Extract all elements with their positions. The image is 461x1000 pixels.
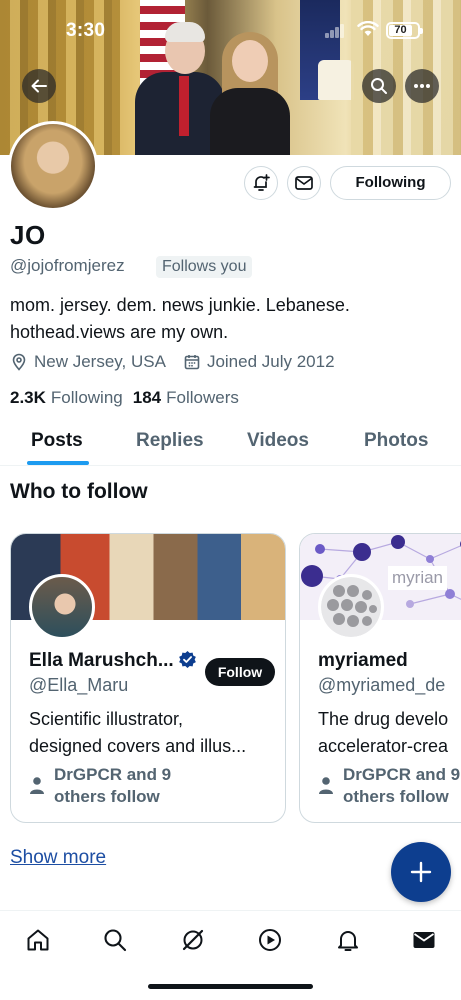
card-handle: @Ella_Maru [29, 675, 129, 695]
following-count: 2.3K [10, 388, 46, 407]
profile-name: JO [10, 220, 46, 250]
card-bio-line: designed covers and illus... [29, 736, 247, 756]
card-cover-logo: myrian [388, 566, 448, 590]
nav-notifications[interactable] [333, 925, 363, 955]
person-icon [319, 777, 333, 794]
card-bio: Scientific illustrator, designed covers … [29, 706, 246, 760]
location-pin-icon [12, 353, 26, 371]
search-button[interactable] [362, 69, 396, 103]
nav-grok[interactable] [178, 925, 208, 955]
plus-icon [410, 861, 432, 883]
following-label: Following [50, 388, 123, 407]
card-bio-line: The drug develo [318, 709, 449, 729]
card-name: Ella Marushch... [29, 650, 197, 672]
back-button[interactable] [22, 69, 56, 103]
suggested-user-card[interactable]: myrian myriamed @myriamed_de The drug de… [299, 533, 461, 823]
followers-label: Followers [166, 388, 239, 407]
profile-avatar[interactable] [8, 121, 98, 211]
card-bio-line: accelerator-crea [318, 736, 449, 756]
card-avatar [29, 574, 95, 640]
status-time: 3:30 [66, 20, 106, 41]
following-button[interactable]: Following [330, 166, 451, 200]
more-options-button[interactable] [405, 69, 439, 103]
profile-tabs: Posts Replies Videos Photos [0, 420, 461, 466]
show-more-link[interactable]: Show more [10, 847, 106, 869]
home-icon [27, 929, 49, 951]
message-button[interactable] [287, 166, 321, 200]
location: New Jersey, USA [10, 352, 166, 372]
suggested-user-card[interactable]: Ella Marushch... Follow @Ella_Maru Scien… [10, 533, 286, 823]
bell-plus-icon [253, 174, 270, 191]
social-context: DrGPCR and 9 others follow [29, 764, 171, 808]
home-indicator [148, 984, 313, 989]
more-dots-icon [414, 84, 430, 88]
follows-you-badge: Follows you [156, 256, 253, 278]
join-date: Joined July 2012 [183, 352, 335, 372]
tab-replies[interactable]: Replies [136, 430, 204, 452]
join-date-text: Joined July 2012 [206, 352, 335, 371]
arrow-left-icon [31, 79, 47, 93]
wifi-icon [357, 21, 379, 36]
signal-icon [325, 24, 345, 38]
who-to-follow-title: Who to follow [10, 480, 148, 503]
tab-posts[interactable]: Posts [31, 430, 83, 452]
tab-photos[interactable]: Photos [364, 430, 428, 452]
calendar-icon [184, 355, 200, 370]
search-icon [104, 929, 127, 952]
nav-messages[interactable] [409, 925, 439, 955]
nav-home[interactable] [23, 925, 53, 955]
card-avatar [318, 574, 384, 640]
search-icon [371, 78, 387, 94]
video-icon [259, 929, 281, 951]
tab-videos[interactable]: Videos [247, 430, 309, 452]
battery-icon: 70 [386, 22, 423, 39]
mail-icon [295, 176, 313, 190]
profile-bio: mom. jersey. dem. news junkie. Lebanese.… [10, 292, 450, 346]
location-text: New Jersey, USA [34, 352, 166, 371]
follow-button[interactable]: Follow [205, 658, 275, 686]
social-context-line: others follow [343, 787, 449, 806]
followers-count: 184 [132, 388, 162, 407]
nav-video[interactable] [255, 925, 285, 955]
follow-counts: 2.3K Following 184 Followers [10, 388, 249, 408]
notifications-button[interactable] [244, 166, 278, 200]
profile-handle: @jojofromjerez [10, 256, 125, 275]
card-bio-line: Scientific illustrator, [29, 709, 184, 729]
card-name: myriamed [318, 650, 408, 671]
followers-count-link[interactable]: 184 Followers [133, 388, 239, 408]
battery-level: 70 [389, 25, 412, 36]
person-icon [30, 777, 44, 794]
status-bar: 3:30 70 [0, 0, 461, 62]
card-handle: @myriamed_de [318, 675, 446, 695]
mail-icon [413, 932, 435, 948]
myriamed-logo-icon [321, 577, 381, 637]
bell-icon [338, 931, 358, 951]
social-context-line: others follow [54, 787, 160, 806]
compose-post-button[interactable] [391, 842, 451, 902]
profile-meta: New Jersey, USA Joined July 2012 [10, 352, 352, 372]
card-name-text: Ella Marushch... [29, 650, 174, 671]
following-count-link[interactable]: 2.3K Following [10, 388, 123, 408]
social-context: DrGPCR and 9 others follow [318, 764, 460, 808]
grok-icon [182, 929, 204, 951]
verified-badge-icon [178, 650, 196, 669]
active-tab-indicator [27, 461, 89, 465]
social-context-line: DrGPCR and 9 [343, 765, 461, 784]
bio-line: hothead.views are my own. [10, 322, 229, 342]
bio-line: mom. jersey. dem. news junkie. Lebanese. [10, 295, 350, 315]
nav-search[interactable] [100, 925, 130, 955]
card-bio: The drug develo accelerator-crea [318, 706, 448, 760]
social-context-line: DrGPCR and 9 [54, 765, 172, 784]
